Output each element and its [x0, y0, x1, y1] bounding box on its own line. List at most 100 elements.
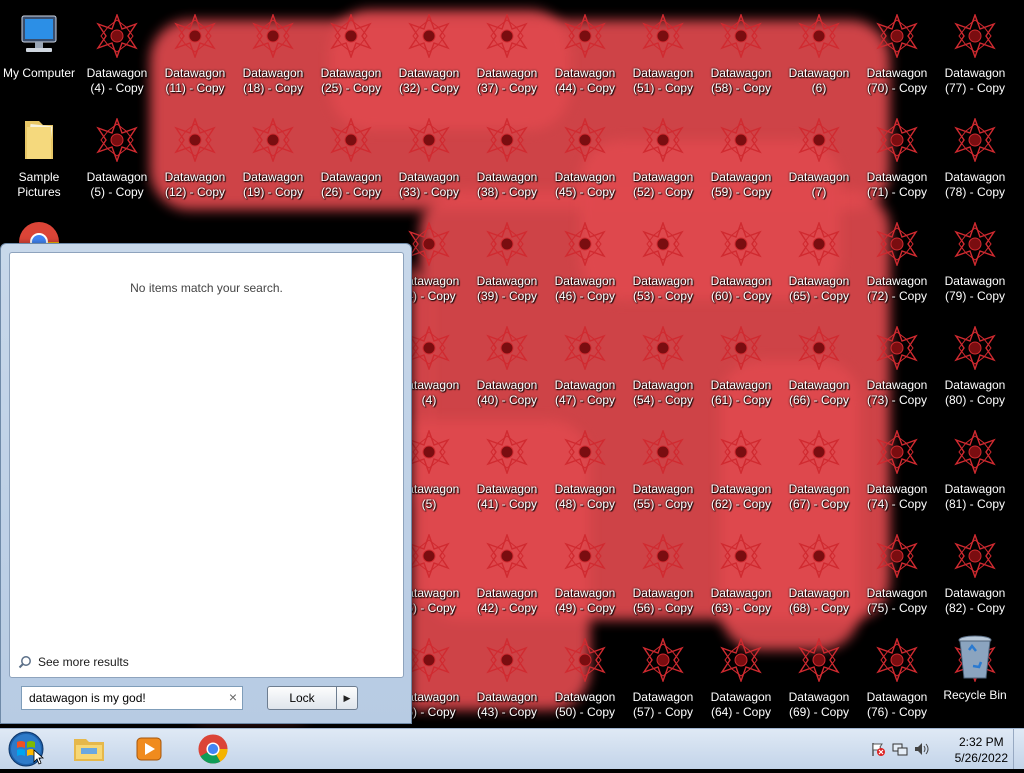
desktop-icon-datawagon[interactable]: Datawagon (43) - Copy [468, 632, 546, 728]
datawagon-star-icon [483, 116, 531, 164]
desktop-icon-datawagon[interactable]: Datawagon (48) - Copy [546, 424, 624, 524]
taskbar-clock[interactable]: 2:32 PM 5/26/2022 [955, 734, 1008, 766]
desktop-icon-label: Datawagon (73) - Copy [866, 378, 928, 407]
desktop-icon-datawagon[interactable]: Datawagon (60) - Copy [702, 216, 780, 316]
taskbar-windows-explorer[interactable] [64, 731, 114, 767]
desktop-icon-datawagon[interactable]: Datawagon (51) - Copy [624, 8, 702, 108]
desktop-icon-datawagon[interactable]: Datawagon (67) - Copy [780, 424, 858, 524]
desktop-icon-datawagon[interactable]: Datawagon (7) [780, 112, 858, 212]
desktop-icon-datawagon[interactable]: Datawagon (71) - Copy [858, 112, 936, 212]
desktop-icon-label: Datawagon (37) - Copy [476, 66, 538, 95]
action-center-flag-icon[interactable] [870, 741, 886, 757]
lock-button[interactable]: Lock [267, 686, 337, 710]
desktop-icon-datawagon[interactable]: Datawagon (58) - Copy [702, 8, 780, 108]
desktop-icon-datawagon[interactable]: Datawagon (82) - Copy [936, 528, 1014, 628]
desktop-icon-datawagon[interactable]: Datawagon (45) - Copy [546, 112, 624, 212]
desktop-icon-datawagon[interactable]: Datawagon (38) - Copy [468, 112, 546, 212]
desktop-icon-datawagon[interactable]: Datawagon (53) - Copy [624, 216, 702, 316]
desktop-icon-datawagon[interactable]: Datawagon (4) - Copy [78, 8, 156, 108]
desktop-icon-datawagon[interactable]: Datawagon (64) - Copy [702, 632, 780, 728]
network-icon[interactable] [892, 741, 908, 757]
desktop-icon-datawagon[interactable]: Datawagon (77) - Copy [936, 8, 1014, 108]
desktop-icon-datawagon[interactable]: Datawagon (80) - Copy [936, 320, 1014, 420]
desktop-icon-label: Datawagon (78) - Copy [944, 170, 1006, 199]
start-search-box[interactable]: × [21, 686, 243, 710]
desktop-icon-datawagon[interactable]: Datawagon (78) - Copy [936, 112, 1014, 212]
datawagon-star-icon [405, 324, 453, 372]
desktop-icon-recycle-bin[interactable]: Recycle Bin [936, 630, 1014, 728]
desktop-icon-datawagon[interactable]: Datawagon (52) - Copy [624, 112, 702, 212]
desktop-icon-datawagon[interactable]: Datawagon (19) - Copy [234, 112, 312, 212]
desktop-icon-datawagon[interactable]: Datawagon (70) - Copy [858, 8, 936, 108]
desktop-icon-datawagon[interactable]: Datawagon (32) - Copy [390, 8, 468, 108]
desktop-icon-label: Datawagon (59) - Copy [710, 170, 772, 199]
datawagon-star-icon [951, 428, 999, 476]
start-menu: No items match your search. See more res… [0, 243, 412, 724]
start-button[interactable] [6, 730, 46, 768]
desktop-icon-datawagon[interactable]: Datawagon (50) - Copy [546, 632, 624, 728]
desktop-icon-datawagon[interactable]: Datawagon (49) - Copy [546, 528, 624, 628]
power-options: Lock ▶ [267, 686, 358, 710]
desktop-icon-label: Datawagon (50) - Copy [554, 690, 616, 719]
desktop-icon-datawagon[interactable]: Datawagon (75) - Copy [858, 528, 936, 628]
desktop-icon-datawagon[interactable]: Datawagon (73) - Copy [858, 320, 936, 420]
desktop-icon-datawagon[interactable]: Datawagon (61) - Copy [702, 320, 780, 420]
datawagon-star-icon [327, 116, 375, 164]
desktop-icon-datawagon[interactable]: Datawagon (33) - Copy [390, 112, 468, 212]
desktop-icon-datawagon[interactable]: Datawagon (18) - Copy [234, 8, 312, 108]
desktop-icon-datawagon[interactable]: Datawagon (68) - Copy [780, 528, 858, 628]
datawagon-star-icon [483, 12, 531, 60]
desktop-icon-datawagon[interactable]: Datawagon (72) - Copy [858, 216, 936, 316]
taskbar-chrome[interactable] [188, 731, 238, 767]
datawagon-star-icon [873, 324, 921, 372]
datawagon-star-icon [873, 428, 921, 476]
desktop-icon-datawagon[interactable]: Datawagon (41) - Copy [468, 424, 546, 524]
desktop-icon-datawagon[interactable]: Datawagon (26) - Copy [312, 112, 390, 212]
desktop-icon-datawagon[interactable]: Datawagon (65) - Copy [780, 216, 858, 316]
datawagon-star-icon [795, 116, 843, 164]
desktop-icon-datawagon[interactable]: Datawagon (42) - Copy [468, 528, 546, 628]
desktop-icon-datawagon[interactable]: Datawagon (44) - Copy [546, 8, 624, 108]
desktop-icon-datawagon[interactable]: Datawagon (37) - Copy [468, 8, 546, 108]
desktop-icon-datawagon[interactable]: Datawagon (62) - Copy [702, 424, 780, 524]
desktop-icon-datawagon[interactable]: Datawagon (11) - Copy [156, 8, 234, 108]
desktop-icon-datawagon[interactable]: Datawagon (81) - Copy [936, 424, 1014, 524]
media-player-icon [136, 737, 162, 761]
desktop-icon-label: Datawagon (41) - Copy [476, 482, 538, 511]
desktop-icon-datawagon[interactable]: Datawagon (40) - Copy [468, 320, 546, 420]
desktop-icon-datawagon[interactable]: Datawagon (46) - Copy [546, 216, 624, 316]
desktop-icon-label: Datawagon (76) - Copy [866, 690, 928, 719]
desktop-icon-datawagon[interactable]: Datawagon (54) - Copy [624, 320, 702, 420]
volume-icon[interactable] [914, 741, 930, 757]
desktop-icon-label: Datawagon (39) - Copy [476, 274, 538, 303]
desktop-icon-datawagon[interactable]: Datawagon (59) - Copy [702, 112, 780, 212]
desktop-icon-datawagon[interactable]: Datawagon (63) - Copy [702, 528, 780, 628]
desktop-icon-datawagon[interactable]: Datawagon (25) - Copy [312, 8, 390, 108]
desktop-icon-datawagon[interactable]: Datawagon (12) - Copy [156, 112, 234, 212]
desktop-icon-label: Datawagon (26) - Copy [320, 170, 382, 199]
desktop-icon-datawagon[interactable]: Datawagon (66) - Copy [780, 320, 858, 420]
taskbar-media-player[interactable] [124, 731, 174, 767]
desktop-icon-datawagon[interactable]: Datawagon (79) - Copy [936, 216, 1014, 316]
power-options-arrow-icon[interactable]: ▶ [337, 686, 358, 710]
desktop-icon-datawagon[interactable]: Datawagon (69) - Copy [780, 632, 858, 728]
desktop-icon-datawagon[interactable]: Datawagon (39) - Copy [468, 216, 546, 316]
desktop-icon-datawagon[interactable]: Datawagon (76) - Copy [858, 632, 936, 728]
start-search-input[interactable] [27, 690, 221, 706]
datawagon-star-icon [717, 116, 765, 164]
desktop-icon-sample-pictures[interactable]: Sample Pictures [0, 112, 78, 212]
desktop-icon-label: Datawagon (71) - Copy [866, 170, 928, 199]
desktop-icon-label: Datawagon (65) - Copy [788, 274, 850, 303]
desktop-icon-datawagon[interactable]: Datawagon (55) - Copy [624, 424, 702, 524]
datawagon-star-icon [717, 428, 765, 476]
desktop-icon-datawagon[interactable]: Datawagon (56) - Copy [624, 528, 702, 628]
desktop-icon-datawagon[interactable]: Datawagon (5) - Copy [78, 112, 156, 212]
see-more-results-link[interactable]: See more results [18, 655, 129, 669]
desktop-icon-datawagon[interactable]: Datawagon (74) - Copy [858, 424, 936, 524]
show-desktop-button[interactable] [1013, 729, 1024, 769]
clear-search-icon[interactable]: × [229, 689, 237, 705]
desktop-icon-datawagon[interactable]: Datawagon (47) - Copy [546, 320, 624, 420]
desktop-icon-my-computer[interactable]: My Computer [0, 8, 78, 108]
desktop-icon-datawagon[interactable]: Datawagon (57) - Copy [624, 632, 702, 728]
desktop-icon-datawagon[interactable]: Datawagon (6) [780, 8, 858, 108]
